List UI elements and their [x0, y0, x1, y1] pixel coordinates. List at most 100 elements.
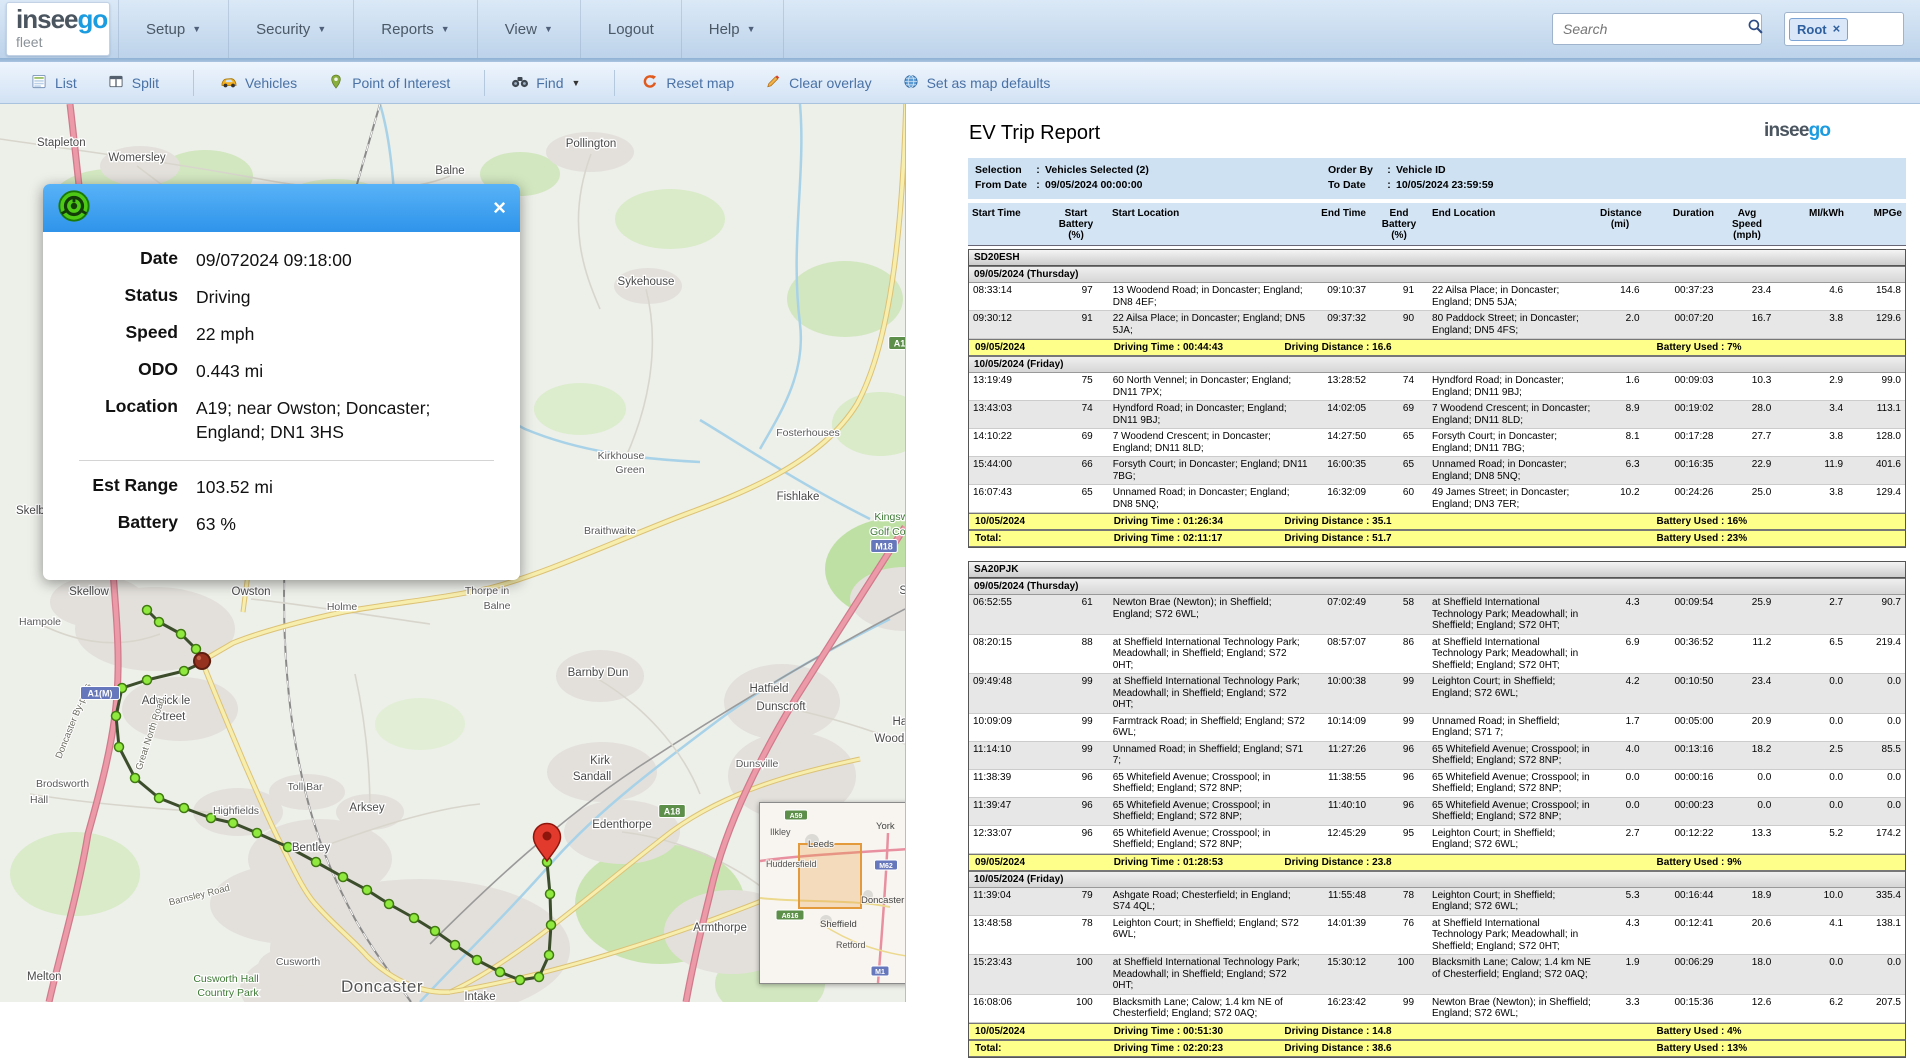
- route-waypoint[interactable]: [155, 618, 164, 627]
- route-waypoint[interactable]: [143, 676, 152, 685]
- map-label: Country Park: [197, 987, 259, 999]
- menu-security[interactable]: Security▼: [229, 0, 354, 58]
- trip-cell-mpge: 113.1: [1847, 401, 1905, 428]
- toolbar-set-as-map-defaults[interactable]: Set as map defaults: [902, 74, 1051, 92]
- route-waypoint[interactable]: [192, 645, 201, 654]
- route-waypoint[interactable]: [385, 900, 394, 909]
- destination-pin-icon[interactable]: [534, 824, 561, 862]
- trip-cell-el: Blacksmith Lane; Calow; 1.4 km NE of Che…: [1428, 955, 1596, 994]
- trip-cell-st: 09:49:48: [969, 674, 1045, 713]
- date-header: 10/05/2024 (Friday): [969, 871, 1905, 888]
- trip-cell-kwh: 2.5: [1775, 742, 1847, 769]
- route-waypoint[interactable]: [229, 819, 238, 828]
- menu-reports[interactable]: Reports▼: [354, 0, 477, 58]
- vehicle-popup-header: ×: [43, 184, 520, 232]
- svg-text:M1: M1: [875, 969, 885, 976]
- search-icon[interactable]: [1747, 18, 1764, 40]
- trip-cell-mpge: 219.4: [1847, 635, 1905, 674]
- popup-field-label: ODO: [43, 359, 178, 383]
- trip-cell-et: 10:00:38: [1312, 674, 1370, 713]
- toolbar-split[interactable]: Split: [107, 74, 159, 92]
- route-waypoint[interactable]: [546, 890, 555, 899]
- trip-cell-st: 09:30:12: [969, 311, 1045, 338]
- route-waypoint[interactable]: [180, 667, 189, 676]
- trip-cell-sb: 97: [1045, 283, 1109, 310]
- route-waypoint[interactable]: [115, 743, 124, 752]
- toolbar-list[interactable]: List: [30, 74, 77, 92]
- toolbar-point-of-interest[interactable]: Point of Interest: [327, 74, 450, 92]
- chevron-down-icon: ▼: [571, 78, 580, 88]
- trip-cell-mpge: 0.0: [1847, 714, 1905, 741]
- map-canvas[interactable]: StapletonWomersleyBalnePollingtonSykehou…: [0, 104, 905, 1002]
- poi-icon: [327, 74, 352, 92]
- road-shield: M18: [871, 540, 898, 553]
- route-waypoint[interactable]: [363, 886, 372, 895]
- trip-cell-sl: at Sheffield International Technology Pa…: [1109, 635, 1313, 674]
- route-waypoint[interactable]: [177, 630, 186, 639]
- minimap-base: IlkleyLeedsYorkHuddersfieldDoncasterShef…: [760, 803, 905, 983]
- route-waypoint[interactable]: [143, 606, 152, 615]
- column-header-start-location: Start Location: [1108, 206, 1312, 243]
- search-input[interactable]: [1561, 20, 1747, 38]
- trip-cell-eb: 95: [1370, 826, 1428, 853]
- popup-field-date: Date09/072024 09:18:00: [43, 248, 508, 272]
- trip-cell-sb: 69: [1045, 429, 1109, 456]
- column-header-distance: Distance(mi): [1596, 206, 1644, 243]
- root-chip-label: Root: [1797, 22, 1827, 37]
- route-waypoint[interactable]: [112, 712, 121, 721]
- trip-cell-et: 15:30:12: [1312, 955, 1370, 994]
- route-waypoint[interactable]: [516, 976, 525, 985]
- trip-cell-et: 13:28:52: [1312, 373, 1370, 400]
- route-waypoint[interactable]: [410, 914, 419, 923]
- map-label: Hall: [30, 794, 48, 806]
- menu-help[interactable]: Help▼: [682, 0, 784, 58]
- route-waypoint[interactable]: [339, 873, 348, 882]
- trip-cell-mpge: 0.0: [1847, 798, 1905, 825]
- trip-cell-mpge: 128.0: [1847, 429, 1905, 456]
- popup-field-label: Status: [43, 285, 178, 309]
- close-icon[interactable]: ×: [493, 198, 506, 218]
- org-filter-box[interactable]: Root ×: [1784, 12, 1904, 46]
- route-waypoint[interactable]: [131, 774, 140, 783]
- route-waypoint[interactable]: [431, 927, 440, 936]
- route-waypoint[interactable]: [155, 794, 164, 803]
- route-waypoint[interactable]: [451, 941, 460, 950]
- trip-cell-el: 80 Paddock Street; in Doncaster; England…: [1428, 311, 1596, 338]
- chip-close-icon[interactable]: ×: [1833, 24, 1841, 34]
- menu-setup[interactable]: Setup▼: [118, 0, 229, 58]
- root-chip[interactable]: Root ×: [1789, 18, 1848, 41]
- vehicle-popup-body: Date09/072024 09:18:00StatusDrivingSpeed…: [43, 232, 520, 536]
- route-waypoint[interactable]: [253, 829, 262, 838]
- trip-cell-sl: 13 Woodend Road; in Doncaster; England; …: [1109, 283, 1313, 310]
- menu-logout[interactable]: Logout: [581, 0, 682, 58]
- summary-date: Total:: [969, 1043, 1112, 1054]
- minimap-label: Huddersfield: [766, 859, 817, 869]
- road-shield: A1(M): [81, 687, 120, 700]
- minimap-viewport-rect[interactable]: [799, 844, 861, 908]
- road-shield: A19: [889, 337, 905, 350]
- minimap-label: Leeds: [808, 839, 834, 850]
- route-waypoint[interactable]: [547, 921, 556, 930]
- route-waypoint[interactable]: [496, 968, 505, 977]
- menu-view[interactable]: View▼: [478, 0, 581, 58]
- trip-cell-d: 4.3: [1596, 916, 1644, 955]
- trip-cell-sl: Hyndford Road; in Doncaster; England; DN…: [1109, 401, 1313, 428]
- route-waypoint[interactable]: [312, 858, 321, 867]
- poi-marker-icon[interactable]: [194, 653, 210, 669]
- route-waypoint[interactable]: [473, 956, 482, 965]
- route-waypoint[interactable]: [535, 973, 544, 982]
- route-waypoint[interactable]: [180, 804, 189, 813]
- trip-cell-sp: 18.0: [1717, 955, 1775, 994]
- map-label: Sandall: [573, 771, 611, 783]
- trip-cell-kwh: 2.7: [1775, 595, 1847, 634]
- chevron-down-icon: ▼: [747, 24, 756, 34]
- overview-minimap[interactable]: IlkleyLeedsYorkHuddersfieldDoncasterShef…: [759, 802, 905, 984]
- trip-cell-sb: 66: [1045, 457, 1109, 484]
- trip-cell-kwh: 0.0: [1775, 674, 1847, 713]
- map-label: Fosterhouses: [776, 427, 840, 439]
- toolbar-clear-overlay[interactable]: Clear overlay: [764, 74, 871, 92]
- toolbar-reset-map[interactable]: Reset map: [641, 74, 734, 92]
- route-waypoint[interactable]: [545, 951, 554, 960]
- toolbar-find[interactable]: Find▼: [511, 74, 580, 92]
- toolbar-vehicles[interactable]: Vehicles: [220, 74, 297, 92]
